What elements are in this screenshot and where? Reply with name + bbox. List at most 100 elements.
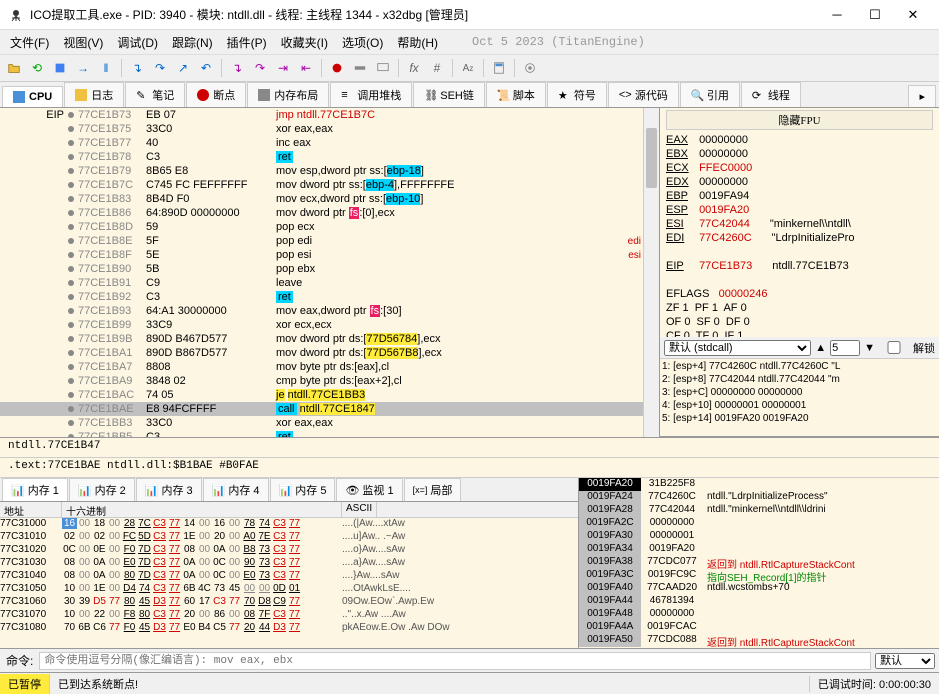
- scylla-icon[interactable]: [327, 58, 347, 78]
- tab-notes[interactable]: ✎笔记: [125, 82, 185, 107]
- disasm-row[interactable]: 77CE1B905Bpop ebx: [0, 262, 643, 276]
- stop-icon[interactable]: [50, 58, 70, 78]
- dump-body[interactable]: 地址 十六进制 ASCII 77C3100016001800287CC37714…: [0, 502, 578, 648]
- disasm-row[interactable]: 77CE1B8D59pop ecx: [0, 220, 643, 234]
- patch-icon[interactable]: [350, 58, 370, 78]
- close-button[interactable]: ✕: [895, 1, 931, 29]
- calc-icon[interactable]: [489, 58, 509, 78]
- trace-over-icon[interactable]: ↷: [250, 58, 270, 78]
- stack-row[interactable]: 0019FA2877C42044ntdll."minkernel\\ntdll\…: [579, 504, 939, 517]
- tab-breakpoints[interactable]: 断点: [186, 82, 246, 107]
- tab-source[interactable]: <>源代码: [608, 82, 679, 107]
- minimize-button[interactable]: ─: [819, 1, 855, 29]
- disassembly-pane[interactable]: EIP77CE1B73EB 07jmp ntdll.77CE1B7C 77CE1B…: [0, 108, 659, 437]
- step-out-icon[interactable]: ↗: [173, 58, 193, 78]
- restart-icon[interactable]: ⟲: [27, 58, 47, 78]
- stack-arg-row[interactable]: 3: [esp+C] 00000000 00000000: [662, 387, 937, 400]
- run-icon[interactable]: →: [73, 58, 93, 78]
- stack-row[interactable]: 0019FA3877CDC077返回到 ntdll.RtlCaptureStac…: [579, 556, 939, 569]
- registers-pane[interactable]: 隐藏FPU EAX 00000000EBX 00000000ECX FFEC00…: [659, 108, 939, 437]
- dump-tab-5[interactable]: 📊内存 5: [270, 478, 336, 501]
- tab-symbols[interactable]: ★符号: [547, 82, 607, 107]
- disasm-row[interactable]: 77CE1BA93848 02cmp byte ptr ds:[eax+2],c…: [0, 374, 643, 388]
- command-mode-select[interactable]: 默认: [875, 653, 935, 669]
- tab-threads[interactable]: ⟳线程: [741, 82, 801, 107]
- disasm-row[interactable]: 77CE1B91C9leave: [0, 276, 643, 290]
- comment-icon[interactable]: [373, 58, 393, 78]
- dump-row[interactable]: 77C3103008000A00E07DC3770A000C009073C377…: [0, 557, 578, 570]
- dump-row[interactable]: 77C3104008000A00807DC3770A000C00E073C377…: [0, 570, 578, 583]
- dump-row[interactable]: 77C3105010001E00D474C3776B4C734500000D01…: [0, 583, 578, 596]
- open-icon[interactable]: [4, 58, 24, 78]
- hide-fpu-button[interactable]: 隐藏FPU: [666, 110, 933, 130]
- stack-row[interactable]: 0019FA2477C4260Cntdll."LdrpInitializePro…: [579, 491, 939, 504]
- stack-arg-row[interactable]: 4: [esp+10] 00000001 00000001: [662, 400, 937, 413]
- tab-more[interactable]: ▸: [908, 85, 936, 107]
- reg-ecx[interactable]: ECX FFEC0000: [666, 162, 933, 176]
- disasm-scrollbar[interactable]: [643, 108, 659, 437]
- disasm-row[interactable]: 77CE1B9364:A1 30000000mov eax,dword ptr …: [0, 304, 643, 318]
- arg-count-input[interactable]: [830, 340, 860, 356]
- step-into-icon[interactable]: ↴: [127, 58, 147, 78]
- step-back-icon[interactable]: ↶: [196, 58, 216, 78]
- reg-esi[interactable]: ESI 77C42044"minkernel\\ntdll\: [666, 218, 933, 232]
- disasm-row[interactable]: 77CE1B798B65 E8mov esp,dword ptr ss:[ebp…: [0, 164, 643, 178]
- dump-row[interactable]: 77C31080706BC677F045D377E0B4C5772044D377…: [0, 622, 578, 635]
- pause-icon[interactable]: ‖: [96, 58, 116, 78]
- maximize-button[interactable]: ☐: [857, 1, 893, 29]
- disasm-row[interactable]: 77CE1B9B890D B467D577mov dword ptr ds:[7…: [0, 332, 643, 346]
- disasm-row[interactable]: 77CE1BB333C0xor eax,eax: [0, 416, 643, 430]
- menu-view[interactable]: 视图(V): [57, 32, 109, 53]
- menu-plugins[interactable]: 插件(P): [221, 32, 273, 53]
- disasm-row[interactable]: EIP77CE1B73EB 07jmp ntdll.77CE1B7C: [0, 108, 643, 122]
- tab-memory-map[interactable]: 内存布局: [247, 82, 329, 107]
- disasm-row[interactable]: 77CE1B8F5Epop esiesi: [0, 248, 643, 262]
- run-until-icon[interactable]: ⇤: [296, 58, 316, 78]
- trace-into-icon[interactable]: ↴: [227, 58, 247, 78]
- dump-row[interactable]: 77C3100016001800287CC377140016007874C377…: [0, 518, 578, 531]
- dump-row[interactable]: 77C3101002000200FC5DC3771E002000A07EC377…: [0, 531, 578, 544]
- stack-row[interactable]: 0019FA2031B225F8: [579, 478, 939, 491]
- call-convention-select[interactable]: 默认 (stdcall): [664, 340, 811, 356]
- disasm-row[interactable]: 77CE1B8664:890D 00000000mov dword ptr fs…: [0, 206, 643, 220]
- tab-cpu[interactable]: CPU: [2, 86, 63, 107]
- reg-ebx[interactable]: EBX 00000000: [666, 148, 933, 162]
- reg-edx[interactable]: EDX 00000000: [666, 176, 933, 190]
- disasm-row[interactable]: 77CE1BAC74 05je ntdll.77CE1BB3: [0, 388, 643, 402]
- stack-row[interactable]: 0019FA340019FA20: [579, 543, 939, 556]
- stack-args-pane[interactable]: 1: [esp+4] 77C4260C ntdll.77C4260C "L2: …: [660, 359, 939, 437]
- disasm-row[interactable]: 77CE1B9933C9xor ecx,ecx: [0, 318, 643, 332]
- locals-tab[interactable]: [x=]局部: [404, 478, 462, 501]
- step-over-icon[interactable]: ↷: [150, 58, 170, 78]
- stack-arg-row[interactable]: 5: [esp+14] 0019FA20 0019FA20: [662, 413, 937, 426]
- disasm-row[interactable]: 77CE1BA78808mov byte ptr ds:[eax],cl: [0, 360, 643, 374]
- stack-row[interactable]: 0019FA4077CAAD20ntdll.wcstombs+70: [579, 582, 939, 595]
- disasm-row[interactable]: 77CE1B7740inc eax: [0, 136, 643, 150]
- disasm-row[interactable]: 77CE1B78C3ret: [0, 150, 643, 164]
- disasm-row[interactable]: 77CE1BA1890D B867D577mov dword ptr ds:[7…: [0, 346, 643, 360]
- menu-trace[interactable]: 跟踪(N): [166, 32, 219, 53]
- settings-icon[interactable]: [520, 58, 540, 78]
- menu-favorites[interactable]: 收藏夹(I): [275, 32, 334, 53]
- stack-row[interactable]: 0019FA2C00000000: [579, 517, 939, 530]
- tab-seh[interactable]: ⛓SEH链: [413, 82, 485, 107]
- dump-tab-4[interactable]: 📊内存 4: [203, 478, 269, 501]
- unlock-checkbox[interactable]: [879, 341, 909, 354]
- disasm-row[interactable]: 77CE1B8E5Fpop ediedi: [0, 234, 643, 248]
- disasm-row[interactable]: 77CE1B7CC745 FC FEFFFFFFmov dword ptr ss…: [0, 178, 643, 192]
- dump-tab-3[interactable]: 📊内存 3: [136, 478, 202, 501]
- reg-ebp[interactable]: EBP 0019FA94: [666, 190, 933, 204]
- stack-body[interactable]: 0019FA2031B225F80019FA2477C4260Cntdll."L…: [579, 478, 939, 648]
- dump-row[interactable]: 77C310200C000E00F07DC37708000A00B873C377…: [0, 544, 578, 557]
- disasm-row[interactable]: 77CE1B92C3ret: [0, 290, 643, 304]
- stack-row[interactable]: 0019FA4800000000: [579, 608, 939, 621]
- stack-arg-row[interactable]: 2: [esp+8] 77C42044 ntdll.77C42044 "m: [662, 374, 937, 387]
- disasm-row[interactable]: 77CE1BAEE8 94FCFFFFcall ntdll.77CE1847: [0, 402, 643, 416]
- stack-row[interactable]: 0019FA3C0019FC9C指向SEH_Record[1]的指针: [579, 569, 939, 582]
- tab-references[interactable]: 🔍引用: [680, 82, 740, 107]
- tab-callstack[interactable]: ≡调用堆栈: [330, 82, 412, 107]
- reg-edi[interactable]: EDI 77C4260C"LdrpInitializePro: [666, 232, 933, 246]
- function-icon[interactable]: fx: [404, 58, 424, 78]
- disasm-row[interactable]: 77CE1BB5C3ret: [0, 430, 643, 437]
- dump-row[interactable]: 77C310603039D5778045D3776017C37770D8C977…: [0, 596, 578, 609]
